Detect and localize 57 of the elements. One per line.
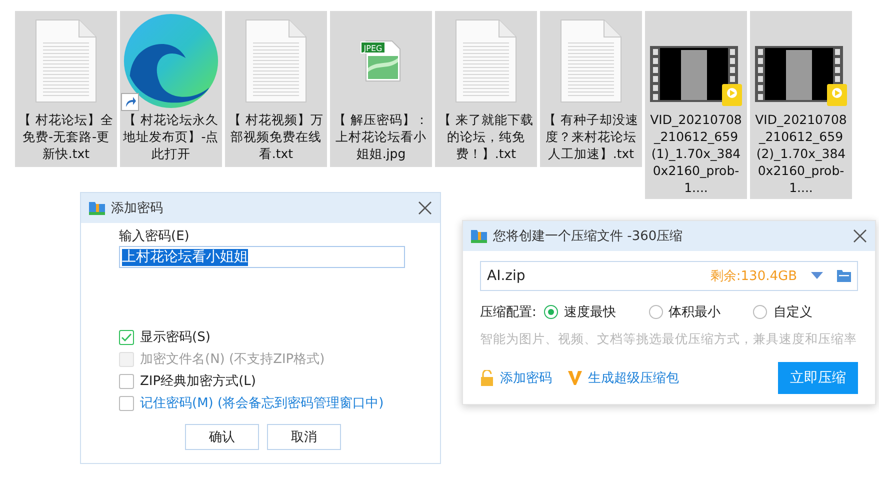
file-name: 【 村花论坛永久地址发布页】-点此打开 (123, 111, 219, 162)
text-file-icon (560, 19, 622, 103)
checkbox-label: 显示密码(S) (140, 329, 210, 346)
file-type-label: JPEG (364, 44, 382, 53)
file-name: 【 解压密码】：上村花论坛看小姐姐.jpg (333, 111, 429, 162)
config-label: 压缩配置: (480, 304, 538, 321)
close-icon[interactable] (853, 229, 867, 243)
filename-field[interactable]: AI.zip 剩余:130.4GB (480, 261, 858, 291)
hint-text: 智能为图片、视频、文档等挑选最优压缩方式，兼具速度和压缩率 (480, 331, 858, 348)
file-name: 【 村花论坛】全免费-无套路-更新快.txt (18, 111, 114, 162)
video-thumbnail-icon (650, 46, 742, 108)
folder-icon[interactable] (837, 270, 851, 282)
dialog-title: 添加密码 (111, 200, 164, 217)
radio-label: 体积最小 (668, 304, 721, 321)
password-label: 输入密码(E) (119, 228, 190, 245)
radio-button[interactable] (753, 305, 768, 319)
file-name: VID_20210708_210612_659(1)_1.70x_3840x2160_prob-1.... (649, 111, 743, 196)
dialog-button[interactable]: 确认 (185, 424, 259, 450)
radio-label: 速度最快 (564, 304, 616, 321)
checkbox-label: ZIP经典加密方式(L) (140, 373, 256, 390)
file-item[interactable]: 【 村花视频】万部视频免费在线看.txt (225, 11, 327, 167)
video-thumbnail-icon (755, 46, 847, 108)
file-item[interactable]: JPEG 【 解压密码】：上村花论坛看小姐姐.jpg (330, 11, 432, 167)
file-item[interactable]: 【 来了就能下载的论坛，纯免费！】.txt (435, 11, 537, 167)
file-name: 【 村花视频】万部视频免费在线看.txt (228, 111, 324, 162)
file-item[interactable]: VID_20210708_210612_659(2)_1.70x_3840x2160_prob-1.... (750, 11, 852, 199)
checkbox[interactable] (119, 396, 134, 410)
text-file-icon (245, 19, 307, 103)
text-file-icon (455, 19, 517, 103)
add-password-link[interactable]: 添加密码 (500, 369, 552, 387)
file-item[interactable]: 【 村花论坛】全免费-无套路-更新快.txt (15, 11, 117, 167)
dialog-button[interactable]: 取消 (267, 424, 341, 450)
file-name: VID_20210708_210612_659(2)_1.70x_3840x2160_prob-1.... (754, 111, 848, 196)
radio-button[interactable] (648, 305, 663, 319)
radio-button[interactable] (544, 305, 558, 319)
dropdown-icon[interactable] (811, 272, 823, 280)
dialog-title: 您将创建一个压缩文件 -360压缩 (493, 228, 684, 245)
v-badge-icon (568, 371, 582, 385)
free-space-text: 剩余:130.4GB (710, 268, 797, 285)
app-logo-icon (121, 11, 221, 111)
super-pack-link[interactable]: 生成超级压缩包 (588, 369, 679, 387)
radio-label: 自定义 (773, 304, 812, 321)
file-item[interactable]: 【 村花论坛永久地址发布页】-点此打开 (120, 11, 222, 167)
checkbox[interactable] (119, 374, 134, 388)
file-item[interactable]: VID_20210708_210612_659(1)_1.70x_3840x2160_prob-1.... (645, 11, 747, 199)
password-field[interactable]: 上村花论坛看小姐姐 (119, 246, 405, 268)
lock-icon (480, 370, 494, 386)
file-name: 【 有种子却没速度？来村花论坛人工加速】.txt (543, 111, 639, 162)
checkbox-label: 加密文件名(N) (不支持ZIP格式) (140, 351, 325, 368)
text-file-icon (35, 19, 97, 103)
close-icon[interactable] (418, 201, 432, 215)
checkbox[interactable] (119, 330, 134, 344)
archive-app-icon (89, 201, 105, 215)
file-name: 【 来了就能下载的论坛，纯免费！】.txt (438, 111, 534, 162)
archive-app-icon (471, 229, 487, 243)
checkbox-link-label[interactable]: 记住密码(M) (将会备忘到密码管理窗口中) (140, 394, 384, 412)
file-item[interactable]: 【 有种子却没速度？来村花论坛人工加速】.txt (540, 11, 642, 167)
